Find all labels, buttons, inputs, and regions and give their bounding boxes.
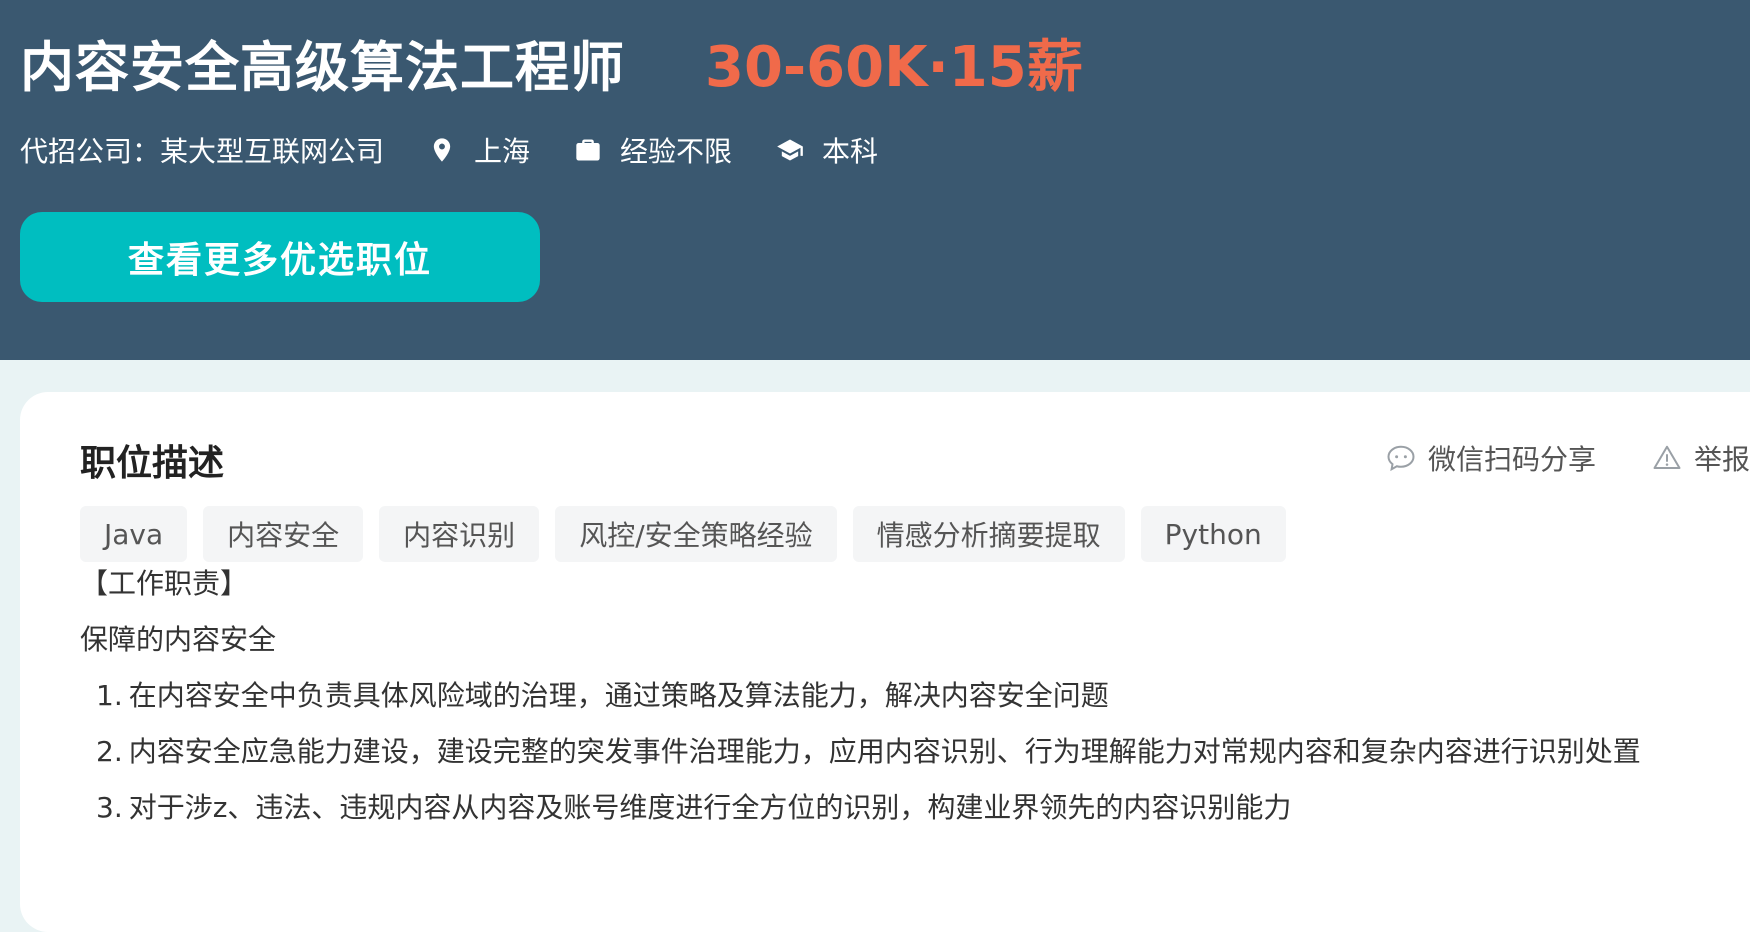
title-row: 内容安全高级算法工程师 30-60K·15薪 <box>20 22 1083 102</box>
description-intro: 保障的内容安全 <box>80 623 277 656</box>
wechat-share-label: 微信扫码分享 <box>1427 443 1596 476</box>
skill-tags: Java 内容安全 内容识别 风控/安全策略经验 情感分析摘要提取 Python <box>80 506 1286 562</box>
description-text: 【工作职责】 保障的内容安全 1. 在内容安全中负责具体风险域的治理，通过策略及算… <box>80 556 1750 836</box>
warning-icon <box>1653 445 1681 469</box>
location-label: 上海 <box>474 135 531 168</box>
report-button[interactable]: 举报 <box>1652 438 1750 478</box>
education-label: 本科 <box>822 135 879 168</box>
job-title: 内容安全高级算法工程师 <box>20 35 625 99</box>
section-title: 职位描述 <box>80 443 225 484</box>
skill-tag: Java <box>80 506 188 562</box>
list-item: 1. 在内容安全中负责具体风险域的治理，通过策略及算法能力，解决内容安全问题 <box>80 668 1750 724</box>
job-meta: 代招公司：某大型互联网公司 上海 经验不限 本科 <box>20 128 878 172</box>
skill-tag: 内容识别 <box>379 506 540 562</box>
experience-info: 经验不限 <box>574 130 732 170</box>
graduation-cap-icon <box>777 139 803 161</box>
card-actions: 微信扫码分享 举报 <box>1386 438 1750 478</box>
company-label: 代招公司：某大型互联网公司 <box>20 135 385 168</box>
wechat-share-button[interactable]: 微信扫码分享 <box>1386 438 1596 478</box>
education-info: 本科 <box>776 130 878 170</box>
list-item-text: 对于涉z、违法、违规内容从内容及账号维度进行全方位的识别，构建业界领先的内容识别… <box>128 791 1292 824</box>
location-pin-icon <box>433 138 451 162</box>
list-item-number: 1. <box>96 679 123 712</box>
chat-bubble-icon <box>1387 445 1415 472</box>
list-item-text: 内容安全应急能力建设，建设完整的突发事件治理能力，应用内容识别、行为理解能力对常… <box>128 735 1641 768</box>
view-more-jobs-button[interactable]: 查看更多优选职位 <box>20 212 540 302</box>
list-item: 3. 对于涉z、违法、违规内容从内容及账号维度进行全方位的识别，构建业界领先的内容… <box>80 780 1750 836</box>
company-info: 代招公司：某大型互联网公司 <box>20 130 384 170</box>
experience-label: 经验不限 <box>620 135 733 168</box>
list-item-text: 在内容安全中负责具体风险域的治理，通过策略及算法能力，解决内容安全问题 <box>128 679 1109 712</box>
salary: 30-60K·15薪 <box>705 34 1083 100</box>
report-label: 举报 <box>1693 443 1750 476</box>
job-header: 内容安全高级算法工程师 30-60K·15薪 代招公司：某大型互联网公司 上海 … <box>0 0 1750 360</box>
skill-tag: 内容安全 <box>203 506 364 562</box>
skill-tag: 风控/安全策略经验 <box>555 506 837 562</box>
briefcase-icon <box>576 139 600 161</box>
list-item: 2. 内容安全应急能力建设，建设完整的突发事件治理能力，应用内容识别、行为理解能力… <box>80 724 1750 780</box>
list-item-number: 2. <box>96 735 123 768</box>
responsibilities-heading: 【工作职责】 <box>80 567 249 600</box>
location-info: 上海 <box>428 130 530 170</box>
skill-tag: Python <box>1140 506 1286 562</box>
list-item-number: 3. <box>96 791 123 824</box>
skill-tag: 情感分析摘要提取 <box>852 506 1125 562</box>
job-description-card: 职位描述 微信扫码分享 举报 Java 内容安全 内容识别 风控/安全策略经验 … <box>20 392 1750 932</box>
